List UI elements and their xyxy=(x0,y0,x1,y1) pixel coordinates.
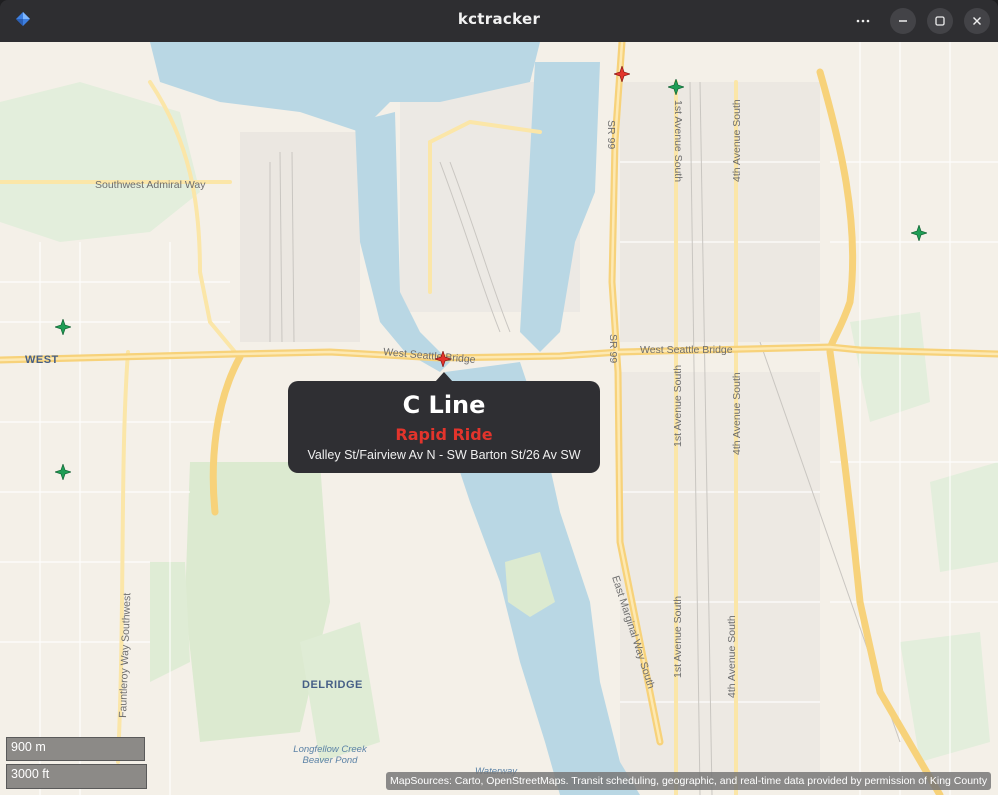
scale-metric: 900 m xyxy=(6,737,145,761)
more-icon[interactable] xyxy=(850,8,876,34)
popup-route-description: Valley St/Fairview Av N - SW Barton St/2… xyxy=(307,448,581,462)
road-label-sr99-top: SR 99 xyxy=(605,120,617,149)
window-title: kctracker xyxy=(457,10,541,28)
road-label-first-ave-top: 1st Avenue South xyxy=(672,100,684,182)
title-bar[interactable]: kctracker xyxy=(0,0,998,42)
road-label-sw-admiral: Southwest Admiral Way xyxy=(95,179,206,191)
vehicle-marker-rapid[interactable] xyxy=(613,65,631,83)
maximize-button[interactable] xyxy=(927,8,953,34)
minimize-icon xyxy=(899,20,907,22)
close-icon xyxy=(973,17,981,25)
water-label-creek: Longfellow Creek Beaver Pond xyxy=(293,744,367,766)
area-label-west: WEST xyxy=(25,354,59,366)
road-label-first-ave-mid: 1st Avenue South xyxy=(672,365,684,447)
popup-route-name: C Line xyxy=(402,391,486,419)
map-view[interactable]: Southwest Admiral Way SR 99 1st Avenue S… xyxy=(0,42,998,795)
vehicle-marker-regular[interactable] xyxy=(54,463,72,481)
map-attribution: MapSources: Carto, OpenStreetMaps. Trans… xyxy=(386,772,992,790)
vehicle-marker-regular[interactable] xyxy=(54,318,72,336)
road-label-wsb-right: West Seattle Bridge xyxy=(640,344,733,356)
road-label-fourth-ave-top: 4th Avenue South xyxy=(731,99,743,182)
road-label-fourth-ave-mid: 4th Avenue South xyxy=(731,372,743,455)
maximize-icon xyxy=(935,16,945,26)
scale-imperial: 3000 ft xyxy=(6,764,147,789)
vehicle-popup: C Line Rapid Ride Valley St/Fairview Av … xyxy=(288,372,600,473)
popup-route-type: Rapid Ride xyxy=(395,425,493,444)
vehicle-marker-rapid-selected[interactable] xyxy=(434,350,452,368)
road-label-first-ave-low: 1st Avenue South xyxy=(672,596,684,678)
minimize-button[interactable] xyxy=(890,8,916,34)
road-label-sr99-mid: SR 99 xyxy=(607,334,619,363)
app-window: kctracker Southwest Admiral Way SR 99 1s… xyxy=(0,0,998,795)
vehicle-marker-regular[interactable] xyxy=(667,78,685,96)
close-button[interactable] xyxy=(964,8,990,34)
area-label-delridge: DELRIDGE xyxy=(302,679,363,691)
vehicle-marker-regular[interactable] xyxy=(910,224,928,242)
road-label-fourth-ave-low: 4th Avenue South xyxy=(726,615,738,698)
